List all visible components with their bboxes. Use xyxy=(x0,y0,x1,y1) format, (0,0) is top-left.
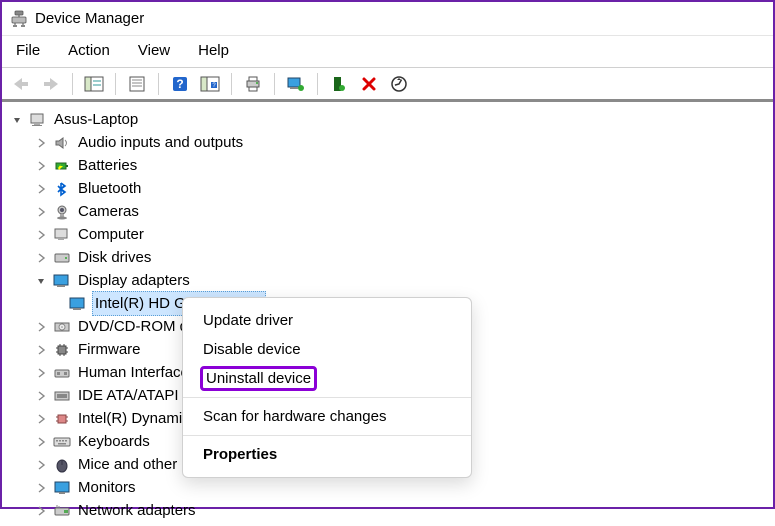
monitor-icon xyxy=(52,479,72,497)
tree-item-label: Display adapters xyxy=(76,269,192,292)
toolbar-separator xyxy=(231,73,232,95)
show-hide-tree-button[interactable] xyxy=(81,72,107,96)
chevron-right-icon[interactable] xyxy=(34,389,48,403)
tree-item-label: Firmware xyxy=(76,338,143,361)
mouse-icon xyxy=(52,456,72,474)
update-driver-button[interactable] xyxy=(283,72,309,96)
disk-icon xyxy=(52,249,72,267)
menu-bar: File Action View Help xyxy=(2,36,773,68)
uninstall-device-button[interactable] xyxy=(356,72,382,96)
tree-item-audio[interactable]: Audio inputs and outputs xyxy=(10,131,769,154)
tree-item-label: Disk drives xyxy=(76,246,153,269)
toolbar-separator xyxy=(317,73,318,95)
tree-item-label: Audio inputs and outputs xyxy=(76,131,245,154)
chevron-right-icon[interactable] xyxy=(34,182,48,196)
tree-item-bluetooth[interactable]: Bluetooth xyxy=(10,177,769,200)
menu-view[interactable]: View xyxy=(134,40,174,61)
computer-icon xyxy=(52,226,72,244)
chevron-right-icon[interactable] xyxy=(34,481,48,495)
toolbar-separator xyxy=(158,73,159,95)
chip-icon xyxy=(52,341,72,359)
context-disable-device[interactable]: Disable device xyxy=(183,335,471,364)
context-separator xyxy=(183,397,471,398)
chevron-down-icon[interactable] xyxy=(34,274,48,288)
chevron-right-icon[interactable] xyxy=(34,159,48,173)
expand-icon[interactable] xyxy=(10,113,24,127)
tree-root-label: Asus-Laptop xyxy=(52,108,140,131)
display-adapter-icon xyxy=(52,272,72,290)
chevron-right-icon[interactable] xyxy=(34,458,48,472)
chevron-right-icon[interactable] xyxy=(34,136,48,150)
chip-icon xyxy=(52,410,72,428)
context-scan-hardware[interactable]: Scan for hardware changes xyxy=(183,402,471,431)
tree-item-network-adapters[interactable]: Network adapters xyxy=(10,499,769,522)
context-properties[interactable]: Properties xyxy=(183,440,471,469)
chevron-right-icon[interactable] xyxy=(34,251,48,265)
chevron-right-icon[interactable] xyxy=(34,228,48,242)
scan-hardware-button[interactable] xyxy=(386,72,412,96)
context-menu: Update driver Disable device Uninstall d… xyxy=(182,297,472,478)
chevron-right-icon[interactable] xyxy=(34,435,48,449)
tree-item-label: Computer xyxy=(76,223,146,246)
tree-item-label: Mice and other xyxy=(76,453,179,476)
chevron-right-icon[interactable] xyxy=(34,343,48,357)
chevron-right-icon[interactable] xyxy=(34,320,48,334)
toolbar: ? ? xyxy=(2,68,773,102)
chevron-right-icon[interactable] xyxy=(34,366,48,380)
tree-item-label: Intel(R) Dynamic xyxy=(76,407,192,430)
network-icon xyxy=(52,502,72,520)
menu-help[interactable]: Help xyxy=(194,40,233,61)
toolbar-separator xyxy=(274,73,275,95)
svg-text:?: ? xyxy=(176,77,183,91)
tree-item-batteries[interactable]: Batteries xyxy=(10,154,769,177)
context-separator xyxy=(183,435,471,436)
keyboard-icon xyxy=(52,433,72,451)
ide-icon xyxy=(52,387,72,405)
optical-drive-icon xyxy=(52,318,72,336)
tree-item-computer[interactable]: Computer xyxy=(10,223,769,246)
tree-item-label: Network adapters xyxy=(76,499,198,522)
menu-file[interactable]: File xyxy=(12,40,44,61)
display-adapter-icon xyxy=(68,295,88,313)
toolbar-separator xyxy=(115,73,116,95)
forward-button[interactable] xyxy=(38,72,64,96)
tree-item-label: DVD/CD-ROM d xyxy=(76,315,190,338)
print-button[interactable] xyxy=(240,72,266,96)
properties-button[interactable] xyxy=(124,72,150,96)
chevron-right-icon[interactable] xyxy=(34,412,48,426)
camera-icon xyxy=(52,203,72,221)
computer-icon xyxy=(28,111,48,129)
tree-item-label: Keyboards xyxy=(76,430,152,453)
back-button[interactable] xyxy=(8,72,34,96)
window-title: Device Manager xyxy=(35,10,144,27)
app-icon xyxy=(10,10,28,28)
speaker-icon xyxy=(52,134,72,152)
tree-item-display-adapters[interactable]: Display adapters xyxy=(10,269,769,292)
tree-item-label: Human Interface xyxy=(76,361,191,384)
battery-icon xyxy=(52,157,72,175)
chevron-right-icon[interactable] xyxy=(34,205,48,219)
hid-icon xyxy=(52,364,72,382)
context-uninstall-device[interactable]: Uninstall device xyxy=(200,366,317,391)
title-bar: Device Manager xyxy=(2,2,773,36)
menu-action[interactable]: Action xyxy=(64,40,114,61)
context-update-driver[interactable]: Update driver xyxy=(183,306,471,335)
action-help-button[interactable]: ? xyxy=(197,72,223,96)
toolbar-separator xyxy=(72,73,73,95)
enable-device-button[interactable] xyxy=(326,72,352,96)
bluetooth-icon xyxy=(52,180,72,198)
tree-item-label: Bluetooth xyxy=(76,177,143,200)
tree-item-label: Monitors xyxy=(76,476,138,499)
tree-item-cameras[interactable]: Cameras xyxy=(10,200,769,223)
chevron-right-icon[interactable] xyxy=(34,504,48,518)
tree-item-disk-drives[interactable]: Disk drives xyxy=(10,246,769,269)
tree-item-label: Batteries xyxy=(76,154,139,177)
help-button[interactable]: ? xyxy=(167,72,193,96)
tree-item-monitors[interactable]: Monitors xyxy=(10,476,769,499)
tree-item-label: Cameras xyxy=(76,200,141,223)
tree-root[interactable]: Asus-Laptop xyxy=(10,108,769,131)
